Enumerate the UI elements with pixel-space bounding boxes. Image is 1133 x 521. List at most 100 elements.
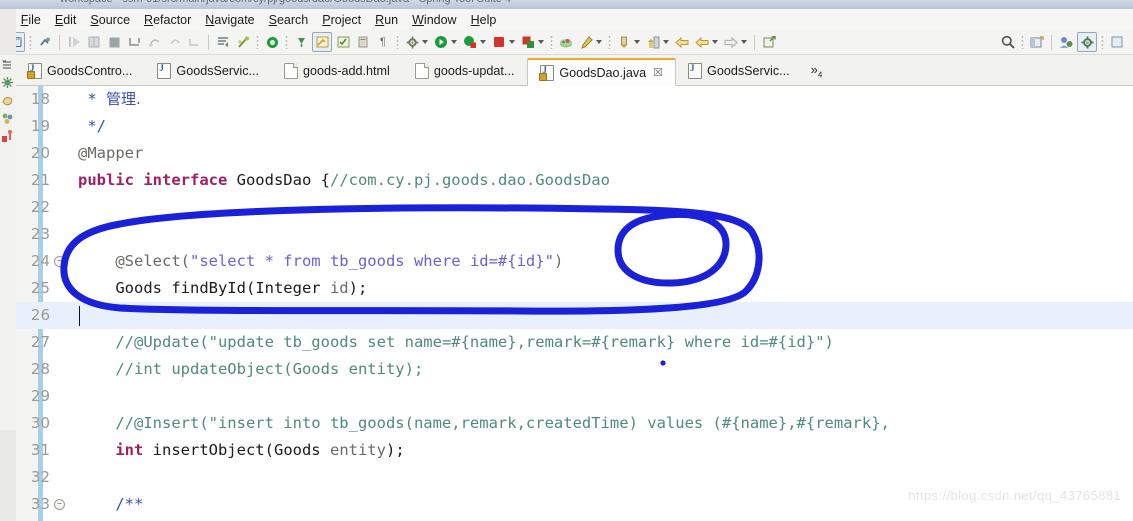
git-pull-icon[interactable] [615,33,633,51]
editor-tab-1[interactable]: GoodsContro... [16,57,146,85]
editor-tab-label: goods-add.html [303,64,390,78]
editor-tab-5[interactable]: GoodsDao.java ☒ [527,58,677,86]
drop-to-frame-icon[interactable] [185,33,203,51]
code-content[interactable]: 18 * 管理. 19 */20 @Mapper 21 public interface… [16,86,1133,521]
search-icon[interactable] [999,33,1017,51]
git-push-dropdown-caret[interactable] [663,40,669,44]
menu-item-search[interactable]: Search [262,13,316,27]
open-perspective-icon[interactable] [1028,33,1046,51]
run-dropdown-caret[interactable] [451,40,457,44]
back-icon[interactable] [673,33,691,51]
external-tools-icon[interactable] [577,33,595,51]
html-file-icon [414,63,429,79]
code-line[interactable]: 32 [16,464,1133,491]
spring-perspective-icon[interactable] [1077,32,1097,52]
editor-tab-3[interactable]: goods-add.html [272,57,403,85]
toggle-mark-occurrences-icon[interactable] [312,32,332,52]
open-task-icon[interactable] [334,33,352,51]
line-number: 30 [30,414,50,432]
forward-icon[interactable] [693,33,711,51]
code-line[interactable]: 22 [16,194,1133,221]
build-dropdown-caret[interactable] [422,40,428,44]
pilcrow-icon[interactable]: ¶ [374,33,392,51]
menu-item-help[interactable]: Help [464,13,504,27]
menu-item-navigate[interactable]: Navigate [198,13,261,27]
html-file-icon [284,63,298,79]
menu-item-refactor[interactable]: Refactor [137,13,198,27]
editor-tab-4[interactable]: goods-updat... [402,57,528,85]
run-last-dropdown-caret[interactable] [538,40,544,44]
code-line[interactable]: 29 [16,383,1133,410]
resume-icon[interactable] [65,33,83,51]
code-line[interactable]: 25 Goods findById(Integer id); [16,275,1133,302]
left-scroll-area [0,430,16,521]
editor-tab-2[interactable]: GoodsServic... [145,57,272,85]
menu-item-source[interactable]: Source [83,13,137,27]
line-number: 31 [30,441,50,459]
line-number: 24 [30,252,50,270]
code-fold-toggle-icon[interactable]: − [54,499,65,510]
menu-item-project[interactable]: Project [315,13,368,27]
step-return-icon[interactable] [165,33,183,51]
code-line-text: /** [78,495,144,513]
code-line-text: //int updateObject(Goods entity); [78,360,424,378]
new-window-icon[interactable] [760,33,778,51]
forward-dropdown-caret[interactable] [712,40,718,44]
code-line-text: int insertObject(Goods entity); [115,441,405,459]
line-number: 33 [30,495,50,513]
code-line[interactable]: 26 [16,302,1133,329]
editor-tab-6[interactable]: GoodsServic... [676,57,803,85]
code-line[interactable]: 18 * 管理. [16,86,1133,113]
toolbar-separator [550,35,553,49]
code-line[interactable]: 27 //@Update("update tb_goods set name=#… [16,329,1133,356]
spring-bug-icon[interactable] [1,76,15,91]
step-over-icon[interactable] [145,33,163,51]
menu-item-window[interactable]: Window [405,13,463,27]
debug-icon[interactable] [461,33,479,51]
perspective-extra-icon[interactable] [1108,33,1126,51]
suspend-icon[interactable] [85,33,103,51]
package-explorer-icon[interactable] [1,58,15,73]
boot-dashboard-icon[interactable] [557,33,575,51]
save-icon[interactable] [36,33,54,51]
code-fold-toggle-icon[interactable]: − [54,256,65,267]
run-last-icon[interactable] [519,33,537,51]
code-line[interactable]: 23 [16,221,1133,248]
line-number: 23 [30,225,50,243]
disconnect-icon[interactable] [234,33,252,51]
code-line[interactable]: 19 */ [16,113,1133,140]
terminate-icon[interactable] [105,33,123,51]
next-annotation-icon[interactable] [722,33,740,51]
open-type-icon[interactable] [263,33,281,51]
next-annotation-dropdown-caret[interactable] [741,40,747,44]
git-push-icon[interactable] [644,33,662,51]
stop-dropdown-caret[interactable] [509,40,515,44]
editor-tab-label: GoodsServic... [176,64,259,78]
run-icon[interactable] [432,33,450,51]
code-line[interactable]: 24− @Select("select * from tb_goods wher… [16,248,1133,275]
build-icon[interactable] [403,33,421,51]
code-line[interactable]: 28 //int updateObject(Goods entity); [16,356,1133,383]
code-line[interactable]: 20 @Mapper [16,140,1133,167]
debug-dropdown-caret[interactable] [480,40,486,44]
menu-item-run[interactable]: Run [368,13,405,27]
tab-overflow-indicator[interactable]: »4 [811,60,823,80]
close-icon[interactable]: ☒ [653,66,663,79]
git-pull-dropdown-caret[interactable] [634,40,640,44]
code-line[interactable]: 30 //@Insert("insert into tb_goods(name,… [16,410,1133,437]
menu-item-file[interactable]: File [14,13,48,27]
outline-icon[interactable] [1,94,15,109]
use-step-filters-icon[interactable] [214,33,232,51]
search-type-icon[interactable] [292,33,310,51]
java-perspective-icon[interactable] [1057,33,1075,51]
menu-item-edit[interactable]: Edit [48,13,84,27]
markers-icon[interactable] [1,130,15,145]
external-tools-dropdown-caret[interactable] [596,40,602,44]
step-into-icon[interactable] [125,33,143,51]
stop-icon[interactable] [490,33,508,51]
open-perspective-icon[interactable] [354,33,372,51]
code-line[interactable]: 31 int insertObject(Goods entity); [16,437,1133,464]
code-line[interactable]: 21 public interface GoodsDao {//com.cy.pj… [16,167,1133,194]
code-editor[interactable]: 18 * 管理. 19 */20 @Mapper 21 public interface… [16,86,1133,521]
bookmark-icon[interactable] [1,112,15,127]
